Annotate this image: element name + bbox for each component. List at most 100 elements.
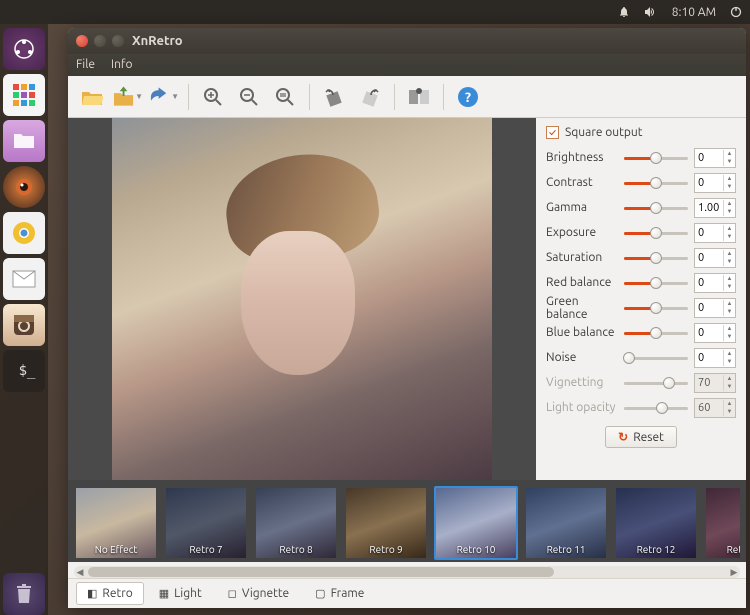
spin-down-icon[interactable]: ▼ (724, 283, 735, 291)
slider-green-balance[interactable] (624, 301, 688, 315)
spin-input[interactable] (695, 327, 723, 339)
slider-exposure[interactable] (624, 226, 688, 240)
strip-scrollbar[interactable]: ◀ ▶ (74, 566, 740, 578)
spin-down-icon[interactable]: ▼ (724, 208, 735, 216)
effect-thumb-retro-7[interactable]: Retro 7 (164, 486, 248, 560)
toolbar: ▼ ▼ ? (68, 76, 746, 118)
notification-icon[interactable] (618, 6, 630, 18)
clock[interactable]: 8:10 AM (672, 6, 716, 19)
spin-down-icon[interactable]: ▼ (724, 183, 735, 191)
portrait-image (112, 118, 492, 480)
spin-input[interactable] (695, 352, 723, 364)
files-icon[interactable] (3, 120, 45, 162)
spin-input[interactable] (695, 177, 723, 189)
slider-blue-balance[interactable] (624, 326, 688, 340)
window-maximize-button[interactable] (112, 35, 124, 47)
compare-button[interactable] (403, 81, 435, 113)
menu-file[interactable]: File (76, 58, 95, 72)
light-icon: ▦ (159, 587, 169, 600)
volume-icon[interactable] (644, 6, 658, 18)
spin-down-icon[interactable]: ▼ (724, 258, 735, 266)
spin-input (695, 402, 723, 414)
spin-up-icon[interactable]: ▲ (724, 200, 735, 208)
rotate-right-button[interactable] (354, 81, 386, 113)
spin-noise[interactable]: ▲▼ (694, 348, 736, 368)
xnretro-icon[interactable] (3, 166, 45, 208)
spin-up-icon[interactable]: ▲ (724, 300, 735, 308)
scroll-left-icon[interactable]: ◀ (74, 566, 86, 578)
effect-thumb-no-effect[interactable]: No Effect (74, 486, 158, 560)
spin-brightness[interactable]: ▲▼ (694, 148, 736, 168)
apps-icon[interactable] (3, 74, 45, 116)
spin-contrast[interactable]: ▲▼ (694, 173, 736, 193)
spin-down-icon[interactable]: ▼ (724, 233, 735, 241)
spin-input[interactable] (695, 252, 723, 264)
dash-icon[interactable] (3, 28, 45, 70)
effect-thumb-retro-13[interactable]: Retro 13 (704, 486, 740, 560)
spin-up-icon[interactable]: ▲ (724, 150, 735, 158)
mail-icon[interactable] (3, 258, 45, 300)
image-preview[interactable] (68, 118, 536, 480)
power-icon[interactable] (730, 6, 742, 18)
spin-up-icon[interactable]: ▲ (724, 350, 735, 358)
spin-input[interactable] (695, 277, 723, 289)
window-close-button[interactable] (76, 35, 88, 47)
zoom-out-button[interactable] (233, 81, 265, 113)
spin-up-icon[interactable]: ▲ (724, 250, 735, 258)
effect-thumb-retro-9[interactable]: Retro 9 (344, 486, 428, 560)
spin-up-icon[interactable]: ▲ (724, 325, 735, 333)
spin-down-icon[interactable]: ▼ (724, 308, 735, 316)
zoom-fit-button[interactable] (269, 81, 301, 113)
terminal-icon[interactable]: $_ (3, 350, 45, 392)
spin-down-icon[interactable]: ▼ (724, 333, 735, 341)
slider-saturation[interactable] (624, 251, 688, 265)
scroll-right-icon[interactable]: ▶ (728, 566, 740, 578)
effect-thumb-retro-10[interactable]: Retro 10 (434, 486, 518, 560)
spin-input[interactable] (695, 302, 723, 314)
spin-input[interactable] (695, 202, 723, 214)
spin-input[interactable] (695, 227, 723, 239)
spin-input[interactable] (695, 152, 723, 164)
spin-up-icon[interactable]: ▲ (724, 175, 735, 183)
instagram-icon[interactable] (3, 304, 45, 346)
tab-retro[interactable]: ◧Retro (76, 582, 144, 605)
spin-blue-balance[interactable]: ▲▼ (694, 323, 736, 343)
trash-icon[interactable] (3, 573, 45, 615)
spin-saturation[interactable]: ▲▼ (694, 248, 736, 268)
open-button[interactable] (76, 81, 108, 113)
spin-down-icon[interactable]: ▼ (724, 358, 735, 366)
spin-down-icon[interactable]: ▼ (724, 158, 735, 166)
window-minimize-button[interactable] (94, 35, 106, 47)
rotate-left-button[interactable] (318, 81, 350, 113)
effect-thumb-retro-11[interactable]: Retro 11 (524, 486, 608, 560)
reset-button[interactable]: ↻ Reset (605, 426, 677, 448)
slider-noise[interactable] (624, 351, 688, 365)
scroll-thumb[interactable] (88, 567, 554, 577)
slider-contrast[interactable] (624, 176, 688, 190)
effect-thumb-retro-12[interactable]: Retro 12 (614, 486, 698, 560)
zoom-in-button[interactable] (197, 81, 229, 113)
tab-light[interactable]: ▦Light (148, 582, 213, 605)
slider-brightness[interactable] (624, 151, 688, 165)
share-button[interactable]: ▼ (148, 81, 180, 113)
effect-thumb-retro-8[interactable]: Retro 8 (254, 486, 338, 560)
chrome-icon[interactable] (3, 212, 45, 254)
tab-frame[interactable]: ▢Frame (304, 582, 375, 605)
system-top-panel: 8:10 AM (0, 0, 750, 24)
tab-vignette[interactable]: ◻Vignette (217, 582, 300, 605)
titlebar[interactable]: XnRetro (68, 28, 746, 54)
spin-green-balance[interactable]: ▲▼ (694, 298, 736, 318)
spin-gamma[interactable]: ▲▼ (694, 198, 736, 218)
help-button[interactable]: ? (452, 81, 484, 113)
save-button[interactable]: ▼ (112, 81, 144, 113)
spin-up-icon[interactable]: ▲ (724, 275, 735, 283)
svg-text:?: ? (465, 89, 471, 105)
spin-red-balance[interactable]: ▲▼ (694, 273, 736, 293)
slider-gamma[interactable] (624, 201, 688, 215)
spin-up-icon[interactable]: ▲ (724, 225, 735, 233)
slider-red-balance[interactable] (624, 276, 688, 290)
spin-exposure[interactable]: ▲▼ (694, 223, 736, 243)
slider-label: Vignetting (546, 376, 618, 389)
square-output-checkbox[interactable]: ✓ (546, 126, 559, 139)
menu-info[interactable]: Info (111, 58, 133, 72)
